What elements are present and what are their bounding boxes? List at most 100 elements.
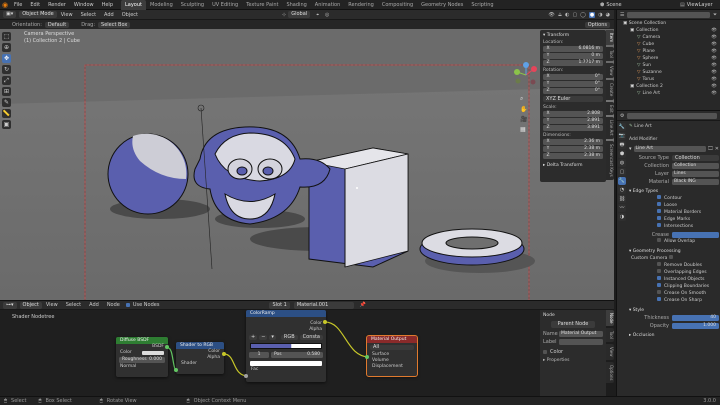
node-tab-options[interactable]: Options	[606, 361, 614, 384]
node-editor-canvas[interactable]: Shader Nodetree Diffuse BSDF BSDF Color …	[0, 310, 540, 396]
outliner-item[interactable]: ▽ Sphere 👁	[617, 55, 720, 62]
visibility-toggle-icon[interactable]: 👁	[711, 55, 717, 62]
object-mode-dropdown[interactable]: Object Mode	[19, 11, 57, 18]
menu-object[interactable]: Object	[118, 10, 142, 20]
collection-field[interactable]: Collection	[672, 162, 719, 169]
scale-z-field[interactable]: Z 3.891	[543, 125, 603, 131]
menu-edit[interactable]: Edit	[26, 0, 44, 10]
shader-rgb-shader-socket[interactable]	[174, 368, 178, 372]
node-color-row[interactable]: Color	[543, 349, 603, 355]
visibility-toggle-icon[interactable]: 👁	[711, 83, 717, 90]
geometry-option-row[interactable]: Remove Doubles	[657, 262, 719, 269]
interpolation-dropdown[interactable]: Consta	[299, 335, 323, 340]
visibility-toggle-icon[interactable]: 👁	[711, 27, 717, 34]
geometry-option-checkbox[interactable]	[657, 290, 661, 294]
tab-texture-paint[interactable]: Texture Paint	[242, 0, 282, 10]
roughness-field[interactable]: Roughness 0.000	[119, 357, 165, 363]
scale-y-field[interactable]: Y 2.891	[543, 118, 603, 124]
geometry-option-row[interactable]: Overlapping Edges	[657, 269, 719, 276]
parent-node-button[interactable]: Parent Node	[551, 321, 595, 328]
occlusion-panel[interactable]: ▸ Occlusion	[629, 332, 719, 339]
menu-render[interactable]: Render	[44, 0, 70, 10]
tab-modeling[interactable]: Modeling	[146, 0, 177, 10]
node-menu-node[interactable]: Node	[103, 300, 124, 310]
scale-x-field[interactable]: X 2.808	[543, 111, 603, 117]
outliner-item[interactable]: ▣ Collection 👁	[617, 27, 720, 34]
output-tab-icon[interactable]: 🖶	[618, 141, 626, 149]
stop-pos-field[interactable]: Pos 0.580	[271, 352, 323, 358]
wireframe-shading-icon[interactable]: ◯	[580, 12, 586, 18]
geometry-option-checkbox[interactable]	[657, 269, 661, 273]
visibility-toggle-icon[interactable]: 👁	[711, 69, 717, 76]
edge-type-checkbox[interactable]	[657, 209, 661, 213]
geometry-option-row[interactable]: Instanced Objects	[657, 276, 719, 283]
object-tab-icon[interactable]: ▢	[618, 168, 626, 176]
geometry-option-row[interactable]: Crease On Smooth	[657, 290, 719, 297]
node-tab-view[interactable]: View	[606, 344, 614, 360]
constraints-tab-icon[interactable]: ⛓	[618, 195, 626, 203]
thickness-field[interactable]: 40	[672, 314, 719, 321]
material-tab-icon[interactable]: ◑	[618, 213, 626, 221]
material-shading-icon[interactable]: ◑	[598, 12, 602, 18]
node-menu-add[interactable]: Add	[85, 300, 103, 310]
edge-type-row[interactable]: Contour	[657, 195, 719, 202]
world-tab-icon[interactable]: ◍	[618, 159, 626, 167]
edge-types-panel[interactable]: ▾ Edge Types	[629, 188, 719, 195]
tab-item[interactable]: Item	[606, 30, 614, 46]
tab-screencast-keys[interactable]: Screencast Keys	[606, 141, 614, 180]
custom-camera-row[interactable]: Custom Camera	[629, 255, 719, 262]
geometry-option-checkbox[interactable]	[657, 297, 661, 301]
add-cube-tool-icon[interactable]: ▣	[2, 120, 11, 129]
snap-icon[interactable]: ⌖	[316, 12, 319, 18]
pan-hand-icon[interactable]: ✋	[520, 106, 527, 113]
surface-input-socket[interactable]	[365, 355, 369, 359]
modifier-name-field[interactable]: Line Art	[633, 145, 706, 152]
tab-edit[interactable]: Edit	[606, 101, 614, 116]
scene-collection-row[interactable]: ▣ Scene Collection	[617, 20, 720, 27]
dimensions-z-field[interactable]: Z 2.38 m	[543, 153, 603, 159]
visibility-toggle-icon[interactable]: 👁	[711, 76, 717, 83]
menu-select[interactable]: Select	[77, 10, 100, 20]
outliner-item[interactable]: ▽ Camera 👁	[617, 34, 720, 41]
add-modifier-button[interactable]: Add Modifier	[629, 137, 657, 142]
rotation-x-field[interactable]: X 0°	[543, 74, 603, 80]
menu-add[interactable]: Add	[100, 10, 118, 20]
color-mode-dropdown[interactable]: RGB	[280, 335, 298, 340]
outliner-search-input[interactable]	[627, 11, 710, 18]
overlay-toggle-icon[interactable]: ◐	[565, 12, 569, 18]
source-type-dropdown[interactable]: Collection	[672, 154, 719, 161]
move-tool-icon[interactable]: ✥	[2, 54, 11, 63]
ortho-grid-icon[interactable]: ▦	[520, 126, 527, 133]
tab-shading[interactable]: Shading	[282, 0, 310, 10]
rotate-tool-icon[interactable]: ↻	[2, 65, 11, 74]
material-field[interactable]: Black ING	[672, 178, 719, 185]
outliner-type-icon[interactable]: ☰	[620, 12, 624, 18]
location-z-field[interactable]: Z 1.7717 m	[543, 60, 603, 66]
proportional-edit-icon[interactable]: ◎	[325, 12, 329, 18]
data-tab-icon[interactable]: 〰	[618, 204, 626, 212]
colorramp-node[interactable]: ColorRamp Color Alpha + − ▾ RGB Consta 1…	[244, 310, 327, 382]
tab-line-art[interactable]: Line Art	[606, 117, 614, 139]
geometry-processing-panel[interactable]: ▾ Geometry Processing	[629, 248, 719, 255]
custom-camera-checkbox[interactable]	[668, 255, 673, 259]
transform-tool-icon[interactable]: ⊞	[2, 87, 11, 96]
properties-type-icon[interactable]: ⚙	[620, 113, 624, 119]
color-ramp-bar[interactable]	[250, 343, 322, 349]
node-color-checkbox[interactable]	[543, 350, 547, 354]
filter-icon[interactable]: ⏷	[713, 12, 717, 18]
rotation-y-field[interactable]: Y 0°	[543, 81, 603, 87]
transform-orientation-icon[interactable]: ⊹	[282, 12, 286, 18]
shader-to-rgb-node[interactable]: Shader to RGB Color Alpha Shader	[174, 342, 226, 374]
node-label-field[interactable]	[559, 339, 603, 345]
node-tab-tool[interactable]: Tool	[606, 328, 614, 343]
outliner-item[interactable]: ▽ Line Art 👁	[617, 90, 720, 97]
slot-dropdown[interactable]: Slot 1	[269, 301, 290, 309]
edge-type-checkbox[interactable]	[657, 223, 661, 227]
remove-stop-button[interactable]: −	[259, 335, 268, 340]
visibility-toggle-icon[interactable]: 👁	[711, 34, 717, 41]
shader-type-dropdown[interactable]: Object	[19, 301, 42, 309]
material-output-node[interactable]: Material Output All Surface Volume Displ…	[365, 335, 418, 377]
tab-rendering[interactable]: Rendering	[344, 0, 378, 10]
delta-transform-panel[interactable]: ▸ Delta Transform	[543, 162, 603, 169]
ramp-menu-button[interactable]: ▾	[269, 335, 276, 340]
